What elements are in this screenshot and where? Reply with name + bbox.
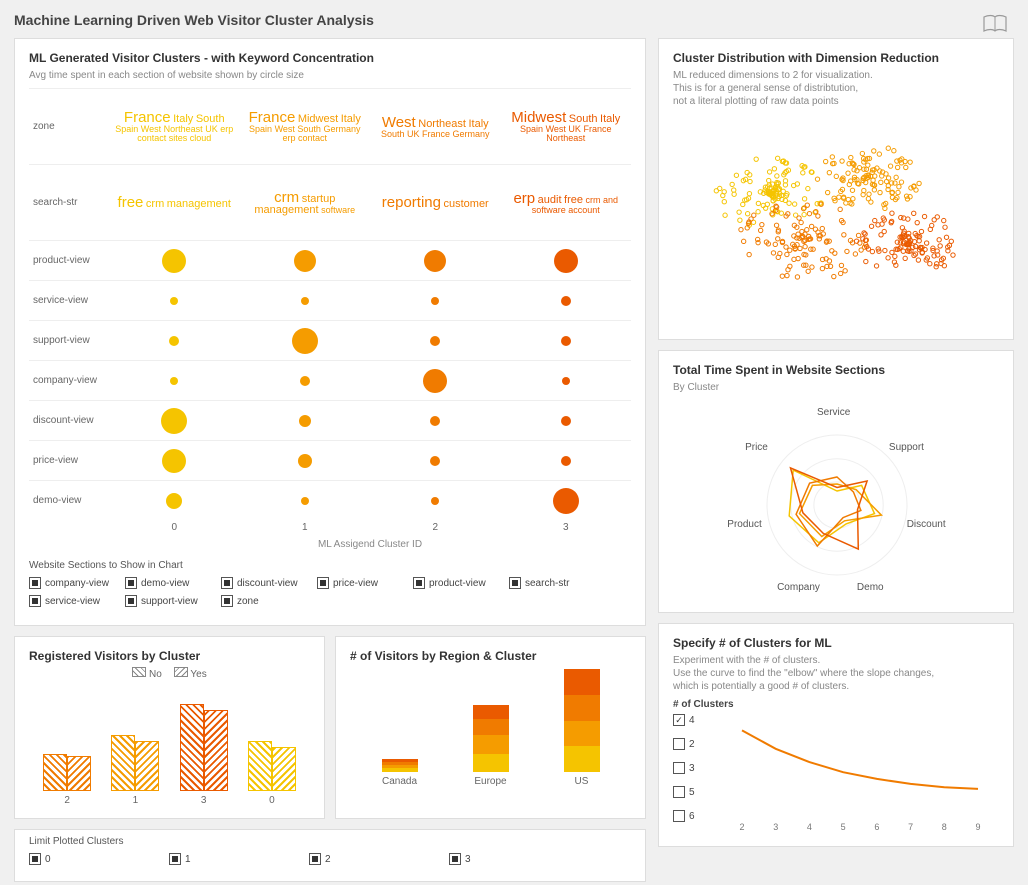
checkbox-icon bbox=[29, 853, 41, 865]
cluster-option-2[interactable]: 2 bbox=[673, 738, 713, 750]
filter-product-view[interactable]: product-view bbox=[413, 577, 509, 589]
limit-cluster-3[interactable]: 3 bbox=[449, 853, 589, 865]
checkbox-icon bbox=[449, 853, 461, 865]
svg-text:3: 3 bbox=[773, 822, 778, 832]
svg-text:8: 8 bbox=[942, 822, 947, 832]
svg-text:4: 4 bbox=[807, 822, 812, 832]
scatter-title: Cluster Distribution with Dimension Redu… bbox=[673, 51, 999, 65]
book-icon[interactable] bbox=[982, 14, 1008, 37]
radar-chart[interactable]: ServiceSupportDiscountDemoCompanyProduct… bbox=[673, 400, 999, 600]
region-panel: # of Visitors by Region & Cluster Canada… bbox=[335, 636, 646, 819]
checkbox-icon bbox=[317, 577, 329, 589]
legend-no: No bbox=[149, 669, 162, 680]
radar-title: Total Time Spent in Website Sections bbox=[673, 363, 999, 377]
filter-discount-view[interactable]: discount-view bbox=[221, 577, 317, 589]
bubble-panel-title: ML Generated Visitor Clusters - with Key… bbox=[29, 51, 631, 65]
checkbox-icon bbox=[125, 595, 137, 607]
elbow-subtitle: Experiment with the # of clusters.Use th… bbox=[673, 654, 999, 693]
limit-cluster-2[interactable]: 2 bbox=[309, 853, 449, 865]
svg-text:9: 9 bbox=[975, 822, 980, 832]
scatter-panel: Cluster Distribution with Dimension Redu… bbox=[658, 38, 1014, 340]
legend-yes: Yes bbox=[190, 669, 206, 680]
section-filter-title: Website Sections to Show in Chart bbox=[29, 560, 631, 571]
svg-text:6: 6 bbox=[874, 822, 879, 832]
registered-legend: No Yes bbox=[29, 667, 310, 680]
checkbox-icon bbox=[29, 577, 41, 589]
cluster-option-4[interactable]: 4 bbox=[673, 714, 713, 726]
checkbox-icon bbox=[221, 577, 233, 589]
registered-panel: Registered Visitors by Cluster No Yes 21… bbox=[14, 636, 325, 819]
svg-text:5: 5 bbox=[841, 822, 846, 832]
svg-text:2: 2 bbox=[739, 822, 744, 832]
registered-chart[interactable]: 2130 bbox=[29, 686, 310, 806]
bubble-panel-subtitle: Avg time spent in each section of websit… bbox=[29, 69, 631, 82]
scatter-chart[interactable] bbox=[673, 114, 999, 324]
limit-panel: Limit Plotted Clusters 0123 bbox=[14, 829, 646, 882]
checkbox-icon bbox=[673, 714, 685, 726]
limit-title: Limit Plotted Clusters bbox=[29, 836, 631, 847]
region-title: # of Visitors by Region & Cluster bbox=[350, 649, 631, 663]
limit-cluster-0[interactable]: 0 bbox=[29, 853, 169, 865]
checkbox-icon bbox=[673, 786, 685, 798]
checkbox-icon bbox=[29, 595, 41, 607]
filter-support-view[interactable]: support-view bbox=[125, 595, 221, 607]
checkbox-icon bbox=[673, 738, 685, 750]
checkbox-icon bbox=[221, 595, 233, 607]
elbow-title: Specify # of Clusters for ML bbox=[673, 636, 999, 650]
checkbox-icon bbox=[673, 810, 685, 822]
radar-panel: Total Time Spent in Website Sections By … bbox=[658, 350, 1014, 613]
checkbox-icon bbox=[309, 853, 321, 865]
checkbox-icon bbox=[673, 762, 685, 774]
filter-price-view[interactable]: price-view bbox=[317, 577, 413, 589]
section-filter-row: company-viewdemo-viewdiscount-viewprice-… bbox=[29, 577, 631, 613]
checkbox-icon bbox=[125, 577, 137, 589]
radar-subtitle: By Cluster bbox=[673, 381, 999, 394]
filter-company-view[interactable]: company-view bbox=[29, 577, 125, 589]
cluster-count-options: 4 2 3 5 6 bbox=[673, 714, 713, 834]
cluster-option-6[interactable]: 6 bbox=[673, 810, 713, 822]
svg-text:7: 7 bbox=[908, 822, 913, 832]
page-title: Machine Learning Driven Web Visitor Clus… bbox=[14, 12, 1014, 28]
checkbox-icon bbox=[169, 853, 181, 865]
hatch-icon bbox=[174, 667, 188, 677]
elbow-panel: Specify # of Clusters for ML Experiment … bbox=[658, 623, 1014, 847]
filter-search-str[interactable]: search-str bbox=[509, 577, 605, 589]
elbow-chart[interactable]: 2 3 4 5 6 7 8 9 bbox=[721, 714, 999, 834]
registered-title: Registered Visitors by Cluster bbox=[29, 649, 310, 663]
cluster-option-3[interactable]: 3 bbox=[673, 762, 713, 774]
scatter-subtitle: ML reduced dimensions to 2 for visualiza… bbox=[673, 69, 999, 108]
region-chart[interactable]: CanadaEuropeUS bbox=[350, 667, 631, 787]
filter-service-view[interactable]: service-view bbox=[29, 595, 125, 607]
bubble-panel: ML Generated Visitor Clusters - with Key… bbox=[14, 38, 646, 626]
elbow-section-label: # of Clusters bbox=[673, 699, 999, 710]
filter-zone[interactable]: zone bbox=[221, 595, 317, 607]
bubble-chart[interactable]: zoneFrance Italy South Spain West Northe… bbox=[29, 88, 631, 550]
checkbox-icon bbox=[413, 577, 425, 589]
cluster-option-5[interactable]: 5 bbox=[673, 786, 713, 798]
limit-filter-row: 0123 bbox=[29, 853, 631, 871]
hatch-icon bbox=[132, 667, 146, 677]
filter-demo-view[interactable]: demo-view bbox=[125, 577, 221, 589]
checkbox-icon bbox=[509, 577, 521, 589]
limit-cluster-1[interactable]: 1 bbox=[169, 853, 309, 865]
